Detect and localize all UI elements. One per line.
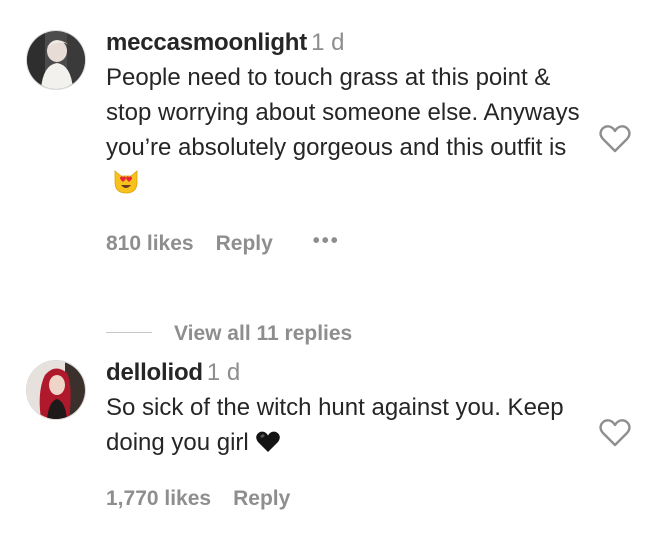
more-options-button[interactable]: •••: [313, 230, 340, 253]
avatar[interactable]: [26, 360, 86, 420]
view-replies-label[interactable]: View all 11 replies: [174, 322, 352, 345]
heart-eyes-cat-icon: [112, 168, 140, 204]
comment-text-container: So sick of the witch hunt against you. K…: [106, 390, 596, 464]
comment-username[interactable]: delloliod: [106, 359, 203, 386]
black-heart-icon: [255, 429, 281, 464]
comment-text-container: People need to touch grass at this point…: [106, 60, 596, 204]
comment-username[interactable]: meccasmoonlight: [106, 29, 307, 56]
reply-button[interactable]: Reply: [216, 232, 273, 256]
comment-actions: 1,770 likes Reply: [106, 487, 290, 511]
like-heart-icon[interactable]: [598, 124, 632, 154]
reply-button[interactable]: Reply: [233, 487, 290, 511]
avatar[interactable]: [26, 30, 86, 90]
comment-text: So sick of the witch hunt against you. K…: [106, 394, 564, 456]
comment-text: People need to touch grass at this point…: [106, 64, 580, 161]
comment-time: 1 d: [311, 29, 345, 56]
like-heart-icon[interactable]: [598, 418, 632, 448]
view-replies-toggle[interactable]: View all 11 replies: [106, 322, 352, 346]
likes-count[interactable]: 1,770 likes: [106, 487, 211, 511]
comment-time: 1 d: [206, 359, 241, 386]
likes-count[interactable]: 810 likes: [106, 232, 194, 256]
replies-divider: [106, 332, 152, 333]
comment-actions: 810 likes Reply •••: [106, 230, 340, 256]
